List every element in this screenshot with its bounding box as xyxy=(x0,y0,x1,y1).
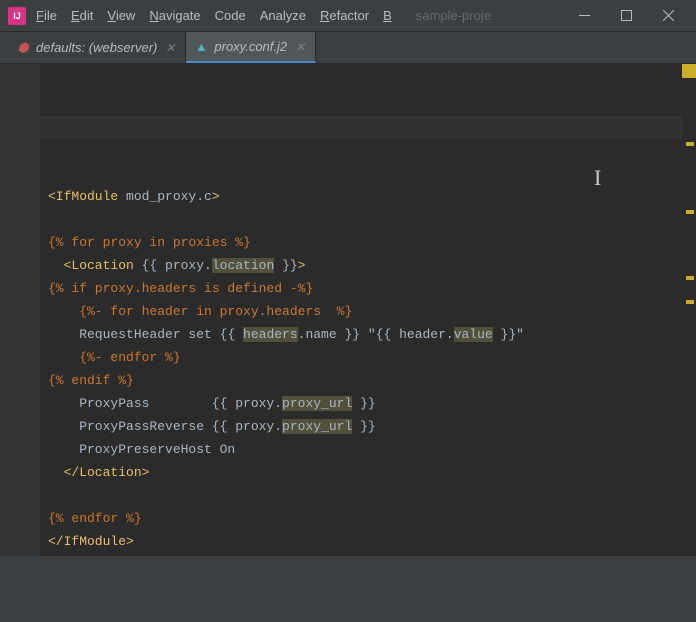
code-token: ProxyPassReverse xyxy=(48,419,212,434)
tab-label: proxy.conf.j2 xyxy=(214,39,287,54)
text-caret: I xyxy=(594,166,595,186)
code-token: </IfModule> xyxy=(48,534,134,549)
gutter[interactable] xyxy=(0,64,40,556)
code-token: {% endif %} xyxy=(48,373,134,388)
code-token: }} xyxy=(352,396,375,411)
code-token: " xyxy=(516,327,524,342)
code-token: .name }} xyxy=(298,327,360,342)
warning-marker[interactable] xyxy=(686,210,694,214)
code-warning: proxy_url xyxy=(282,419,352,434)
code-token: RequestHeader set xyxy=(48,327,220,342)
code-token: {% for proxy in proxies %} xyxy=(48,235,251,250)
code-token: {% if proxy.headers is defined -%} xyxy=(48,281,313,296)
menu-refactor-label: efactor xyxy=(329,8,369,23)
code-token: > xyxy=(212,189,220,204)
tab-defaults-webserver[interactable]: ⬢ defaults: (webserver) ✕ xyxy=(8,32,186,63)
menu-refactor[interactable]: Refactor xyxy=(320,8,369,23)
window-controls xyxy=(564,2,688,30)
code-warning: headers xyxy=(243,327,298,342)
tab-proxy-conf[interactable]: ▲ proxy.conf.j2 ✕ xyxy=(186,32,316,63)
warning-marker[interactable] xyxy=(686,300,694,304)
close-icon xyxy=(663,10,674,21)
menu-file-label: ile xyxy=(44,8,57,23)
code-warning: value xyxy=(454,327,493,342)
code-editor[interactable]: I <IfModule mod_proxy.c> {% for proxy in… xyxy=(40,64,682,556)
menu-view[interactable]: View xyxy=(107,8,135,23)
code-token: mod_proxy.c xyxy=(126,189,212,204)
code-token: {% endfor %} xyxy=(48,511,142,526)
code-token: {{ proxy. xyxy=(212,396,282,411)
maximize-icon xyxy=(621,10,632,21)
code-warning: proxy_url xyxy=(282,396,352,411)
maximize-button[interactable] xyxy=(606,2,646,30)
tab-close-icon[interactable]: ✕ xyxy=(293,40,307,54)
warning-marker[interactable] xyxy=(686,142,694,146)
code-token: {%- for header in proxy.headers %} xyxy=(48,304,352,319)
code-token: ProxyPreserveHost On xyxy=(48,442,235,457)
editor-area: I <IfModule mod_proxy.c> {% for proxy in… xyxy=(0,64,696,556)
minimize-button[interactable] xyxy=(564,2,604,30)
code-token: {{ header. xyxy=(376,327,454,342)
menu-edit-label: dit xyxy=(80,8,94,23)
code-token: {%- endfor %} xyxy=(48,350,181,365)
menu-bar: File Edit View Navigate Code Analyze Ref… xyxy=(36,8,491,23)
yaml-file-icon: ⬢ xyxy=(16,41,30,55)
title-bar: IJ File Edit View Navigate Code Analyze … xyxy=(0,0,696,32)
code-token: }} xyxy=(274,258,297,273)
code-token: ProxyPass xyxy=(48,396,212,411)
menu-edit[interactable]: Edit xyxy=(71,8,93,23)
caret-line xyxy=(40,116,682,139)
tab-close-icon[interactable]: ✕ xyxy=(163,41,177,55)
code-content: <IfModule mod_proxy.c> {% for proxy in p… xyxy=(48,162,674,576)
code-token: }} xyxy=(493,327,516,342)
menu-file[interactable]: File xyxy=(36,8,57,23)
code-token: " xyxy=(360,327,376,342)
code-token: {{ proxy. xyxy=(142,258,212,273)
code-token: }} xyxy=(352,419,375,434)
code-token: > xyxy=(298,258,306,273)
code-token: <IfModule xyxy=(48,189,126,204)
menu-navigate-label: avigate xyxy=(159,8,201,23)
minimize-icon xyxy=(579,15,590,16)
menu-code[interactable]: Code xyxy=(215,8,246,23)
code-token: <Location xyxy=(48,258,142,273)
app-icon: IJ xyxy=(8,7,26,25)
code-token: {{ xyxy=(220,327,243,342)
menu-view-label: iew xyxy=(116,8,136,23)
code-token: </Location> xyxy=(48,465,149,480)
warning-marker[interactable] xyxy=(686,276,694,280)
marker-stripe[interactable] xyxy=(682,64,696,556)
tab-label: defaults: (webserver) xyxy=(36,40,157,55)
analysis-indicator[interactable] xyxy=(682,64,696,78)
menu-navigate[interactable]: Navigate xyxy=(149,8,200,23)
close-button[interactable] xyxy=(648,2,688,30)
jinja-file-icon: ▲ xyxy=(194,40,208,54)
project-name: sample-proje xyxy=(416,8,491,23)
code-warning: location xyxy=(212,258,274,273)
menu-analyze[interactable]: Analyze xyxy=(260,8,306,23)
tab-bar: ⬢ defaults: (webserver) ✕ ▲ proxy.conf.j… xyxy=(0,32,696,64)
menu-build[interactable]: B xyxy=(383,8,392,23)
code-token: {{ proxy. xyxy=(212,419,282,434)
